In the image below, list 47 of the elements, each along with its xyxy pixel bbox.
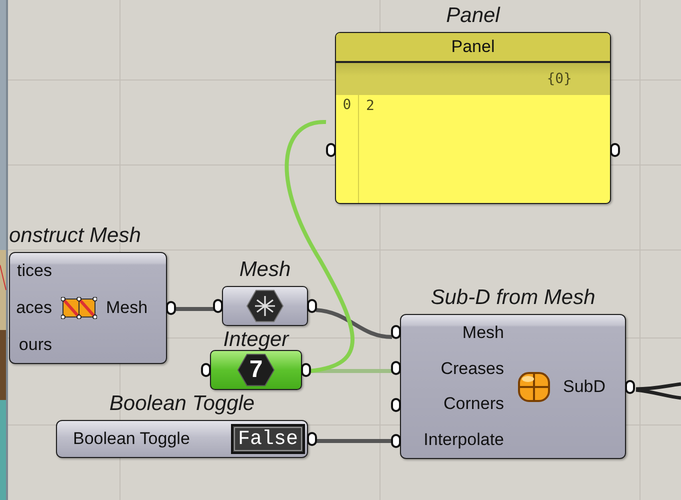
mesh-hexagon-icon [245, 288, 285, 324]
input-label: tices [17, 261, 52, 282]
input-label: Mesh [462, 322, 504, 343]
output-port[interactable] [301, 363, 311, 377]
component-node[interactable]: tices aces ours Mesh [9, 252, 167, 364]
output-label: Mesh [106, 298, 148, 318]
node-title: Mesh [239, 258, 291, 282]
input-label: Creases [440, 358, 504, 379]
input-port[interactable] [201, 363, 211, 377]
output-label: SubD [563, 376, 606, 396]
toggle-label: Boolean Toggle [73, 429, 190, 449]
input-label: Interpolate [424, 430, 504, 450]
input-port[interactable] [391, 434, 401, 448]
data-path: {0} [546, 71, 572, 87]
input-port[interactable] [326, 143, 336, 157]
panel-header: Panel [451, 37, 495, 57]
node-title: onstruct Mesh [9, 224, 141, 248]
toggle-value[interactable]: False [230, 424, 305, 454]
component-node[interactable]: Mesh Creases Corners Interpolate SubD [400, 314, 626, 459]
output-port[interactable] [307, 299, 317, 313]
row-index: 0 [342, 97, 352, 115]
integer-value: 7 [249, 356, 263, 384]
panel-node[interactable]: Panel {0} 0 2 [335, 32, 611, 204]
subd-icon [516, 370, 550, 402]
node-title: Sub-D from Mesh [430, 286, 596, 310]
output-port[interactable] [166, 301, 176, 315]
wire [176, 307, 214, 311]
input-label: aces [16, 298, 52, 318]
output-port[interactable] [610, 143, 620, 157]
node-title: Boolean Toggle [109, 392, 255, 416]
toggle-node[interactable]: Boolean Toggle False [56, 420, 308, 458]
output-port[interactable] [625, 380, 635, 394]
hexagon-icon [236, 352, 276, 388]
input-port[interactable] [391, 325, 401, 340]
mesh-quads-icon [61, 297, 97, 319]
input-port[interactable] [391, 398, 401, 412]
input-label: Corners [444, 394, 504, 414]
wire [634, 382, 681, 400]
row-value: 2 [366, 98, 374, 114]
input-port[interactable] [391, 361, 401, 376]
input-label: ours [18, 334, 52, 355]
node-title: Integer [223, 330, 289, 350]
mesh-param-node[interactable] [222, 286, 308, 326]
output-port[interactable] [307, 432, 317, 446]
node-title: Panel [446, 4, 500, 28]
integer-param-node[interactable]: 7 [210, 350, 302, 390]
input-port[interactable] [213, 299, 223, 313]
